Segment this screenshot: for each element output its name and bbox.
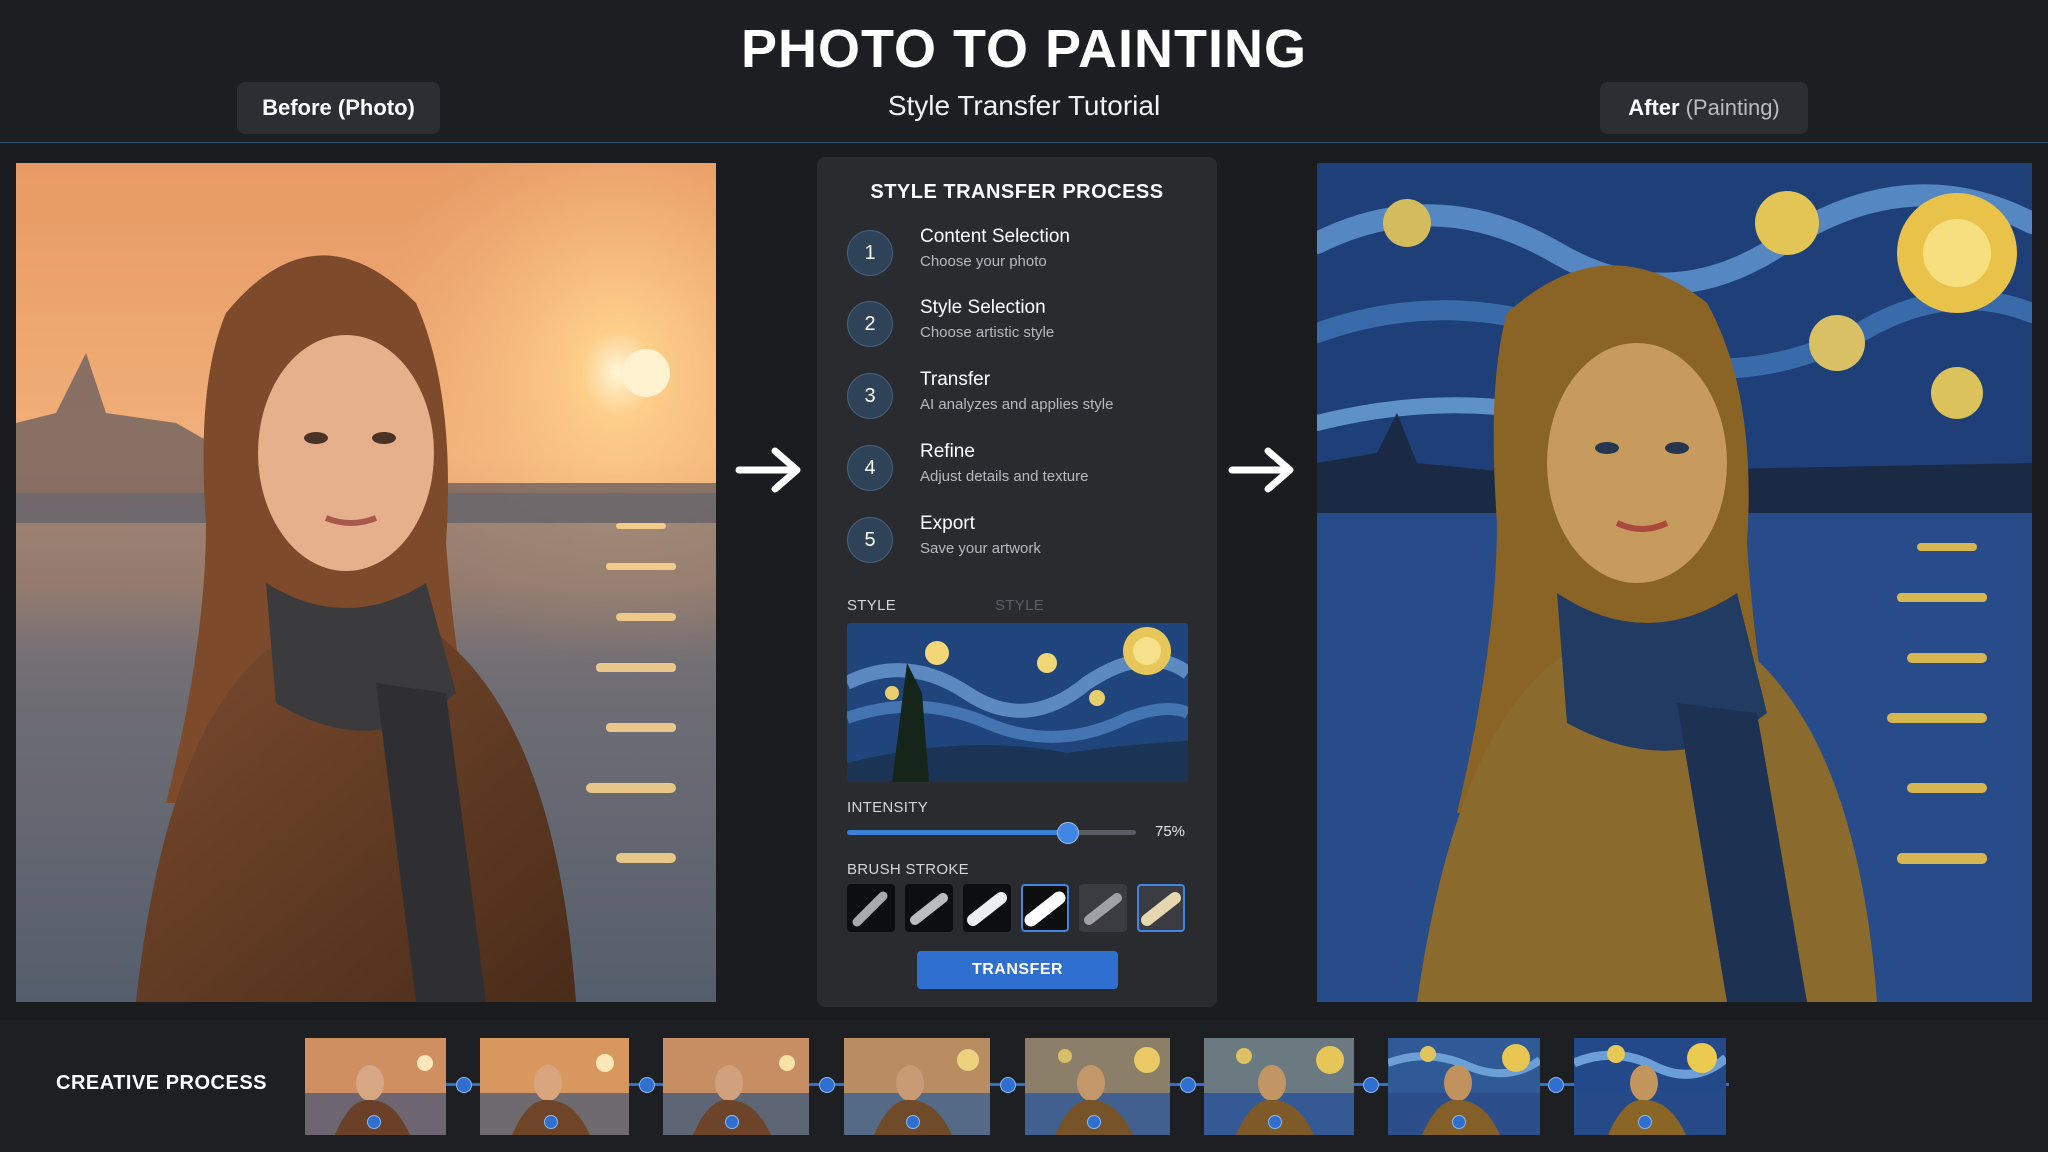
before-label: Before (Photo) xyxy=(262,95,415,120)
thumbnail-marker xyxy=(906,1115,920,1129)
step-description: Choose artistic style xyxy=(920,324,1055,341)
step-description: Adjust details and texture xyxy=(920,468,1089,485)
timeline-connector-dot xyxy=(639,1077,655,1093)
intensity-slider[interactable] xyxy=(847,822,1136,844)
after-painting xyxy=(1317,163,2032,1002)
brush-option-1[interactable] xyxy=(847,884,895,932)
step-number: 3 xyxy=(847,373,893,419)
step-title: Export xyxy=(920,513,975,534)
timeline-connector-dot xyxy=(456,1077,472,1093)
step-title: Refine xyxy=(920,441,975,462)
intensity-label: INTENSITY xyxy=(847,799,929,816)
step-1[interactable]: 1 Content Selection Choose your photo xyxy=(847,226,1207,286)
thumbnail-marker xyxy=(544,1115,558,1129)
arrow-right-icon xyxy=(1228,447,1294,493)
thumbnail-marker xyxy=(1452,1115,1466,1129)
thumbnail-marker xyxy=(367,1115,381,1129)
step-number: 2 xyxy=(847,301,893,347)
page-title: PHOTO TO PAINTING xyxy=(740,19,1308,79)
step-number: 4 xyxy=(847,445,893,491)
step-number: 5 xyxy=(847,517,893,563)
step-description: AI analyzes and applies style xyxy=(920,396,1114,413)
step-3[interactable]: 3 Transfer AI analyzes and applies style xyxy=(847,369,1207,429)
style-transfer-panel: STYLE TRANSFER PROCESS 1 Content Selecti… xyxy=(817,157,1217,1007)
intensity-value: 75% xyxy=(1155,823,1186,840)
step-2[interactable]: 2 Style Selection Choose artistic style xyxy=(847,297,1207,357)
before-tab[interactable]: Before (Photo) xyxy=(237,82,440,134)
timeline-connector-dot xyxy=(1000,1077,1016,1093)
style-preview-starry-night[interactable] xyxy=(847,623,1188,782)
style-label: STYLE xyxy=(847,597,897,614)
brush-stroke-label: BRUSH STROKE xyxy=(847,861,969,878)
thumbnail-marker xyxy=(725,1115,739,1129)
timeline-connector-dot xyxy=(1180,1077,1196,1093)
intensity-slider-fill xyxy=(847,830,1067,835)
step-title: Content Selection xyxy=(920,226,1070,247)
thumbnail-marker xyxy=(1087,1115,1101,1129)
step-number: 1 xyxy=(847,230,893,276)
brush-option-3[interactable] xyxy=(963,884,1011,932)
step-title: Style Selection xyxy=(920,297,1046,318)
panel-title: STYLE TRANSFER PROCESS xyxy=(870,181,1164,203)
style-label-faint: STYLE xyxy=(995,597,1045,614)
after-label: After xyxy=(1628,95,1680,120)
after-tab[interactable]: After (Painting) xyxy=(1600,82,1808,134)
brush-option-2[interactable] xyxy=(905,884,953,932)
thumbnail-marker xyxy=(1268,1115,1282,1129)
transfer-button[interactable]: TRANSFER xyxy=(917,951,1118,989)
timeline-connector-dot xyxy=(1548,1077,1564,1093)
brush-option-4-selected[interactable] xyxy=(1021,884,1069,932)
step-title: Transfer xyxy=(920,369,991,390)
timeline-connector-dot xyxy=(819,1077,835,1093)
step-5[interactable]: 5 Export Save your artwork xyxy=(847,513,1207,573)
before-photo xyxy=(16,163,716,1002)
timeline-connector-dot xyxy=(1363,1077,1379,1093)
step-description: Save your artwork xyxy=(920,540,1041,557)
step-4[interactable]: 4 Refine Adjust details and texture xyxy=(847,441,1207,501)
thumbnail-marker xyxy=(1638,1115,1652,1129)
intensity-slider-handle[interactable] xyxy=(1056,822,1079,844)
after-label-muted: (Painting) xyxy=(1685,95,1780,120)
brush-option-6-selected[interactable] xyxy=(1137,884,1185,932)
step-description: Choose your photo xyxy=(920,253,1047,270)
creative-process-label: CREATIVE PROCESS xyxy=(56,1072,267,1094)
arrow-right-icon xyxy=(735,447,801,493)
brush-option-5[interactable] xyxy=(1079,884,1127,932)
